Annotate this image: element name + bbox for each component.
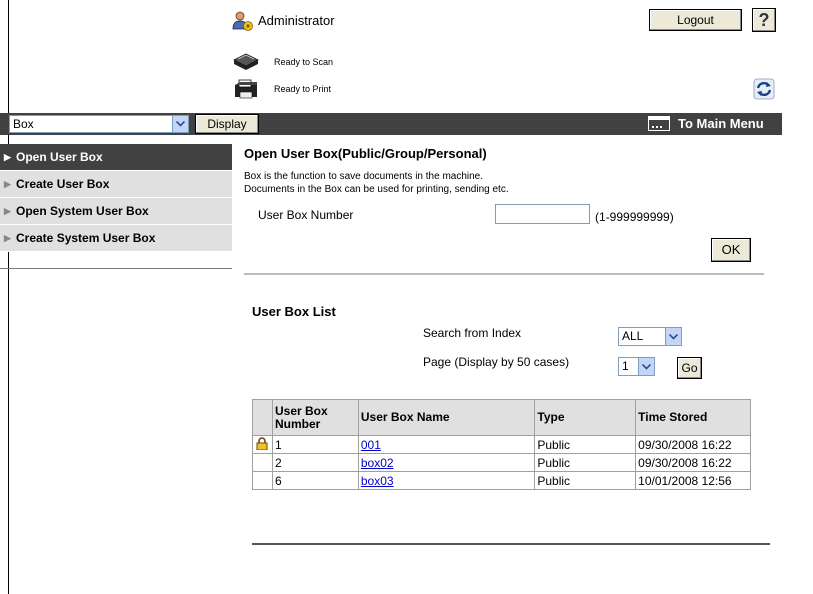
menu-list-icon: [648, 116, 670, 131]
sidebar-item-create-user-box[interactable]: ▶ Create User Box: [0, 171, 232, 198]
page-value: 1: [622, 359, 629, 373]
box-name-cell: box02: [357, 453, 536, 472]
sidebar-item-label: Create User Box: [16, 177, 110, 191]
box-number-label: User Box Number: [258, 208, 354, 222]
triangle-right-icon: ▶: [4, 152, 11, 162]
time-stored-cell: 09/30/2008 16:22: [635, 453, 751, 472]
user-label: Administrator: [258, 13, 335, 28]
chevron-down-icon[interactable]: [638, 358, 654, 375]
number-column-header: User Box Number: [271, 399, 359, 436]
list-title: User Box List: [252, 304, 336, 319]
box-name-link[interactable]: 001: [361, 438, 381, 452]
box-name-cell: 001: [357, 435, 536, 454]
box-type-cell: Public: [534, 453, 637, 472]
table-row: 1 001 Public 09/30/2008 16:22: [252, 435, 751, 454]
page-select[interactable]: 1: [618, 357, 655, 376]
description-line: Documents in the Box can be used for pri…: [244, 184, 509, 195]
box-type-cell: Public: [534, 471, 637, 490]
main-menu-label: To Main Menu: [678, 116, 764, 131]
administrator-icon: [232, 11, 253, 31]
ok-button[interactable]: OK: [711, 238, 751, 262]
bottom-divider: [252, 543, 770, 545]
search-index-value: ALL: [622, 329, 644, 343]
logout-button[interactable]: Logout: [649, 9, 742, 31]
help-button[interactable]: ?: [752, 8, 776, 32]
lock-cell: [252, 471, 273, 490]
table-header-row: User Box Number User Box Name Type Time …: [252, 399, 751, 436]
sidebar-item-label: Open System User Box: [16, 204, 149, 218]
sidebar-item-create-system-user-box[interactable]: ▶ Create System User Box: [0, 225, 232, 252]
search-index-label: Search from Index: [423, 326, 522, 340]
box-number-range: (1-999999999): [595, 210, 674, 224]
section-divider: [244, 273, 764, 275]
triangle-right-icon: ▶: [4, 233, 11, 243]
page-title: Open User Box(Public/Group/Personal): [244, 146, 487, 161]
mode-select[interactable]: Box: [9, 115, 189, 133]
mode-select-value: Box: [13, 117, 34, 131]
description: Box is the function to save documents in…: [244, 170, 509, 196]
go-button[interactable]: Go: [677, 357, 702, 379]
lock-cell: [252, 435, 273, 454]
sidebar-item-open-user-box[interactable]: ▶ Open User Box: [0, 144, 232, 171]
box-number-cell: 1: [271, 435, 359, 454]
print-status-text: Ready to Print: [274, 84, 332, 94]
sidebar-divider: [0, 268, 232, 269]
box-number-cell: 6: [271, 471, 359, 490]
refresh-icon[interactable]: [753, 78, 775, 100]
sidebar-item-label: Open User Box: [16, 150, 103, 164]
time-column-header: Time Stored: [635, 399, 751, 436]
box-number-input[interactable]: [495, 204, 590, 224]
chevron-down-icon[interactable]: [665, 328, 681, 345]
table-row: 6 box03 Public 10/01/2008 12:56: [252, 471, 751, 490]
type-column-header: Type: [534, 399, 637, 436]
chevron-down-icon[interactable]: [172, 116, 188, 132]
box-name-cell: box03: [357, 471, 536, 490]
time-stored-cell: 10/01/2008 12:56: [635, 471, 751, 490]
sidebar-item-label: Create System User Box: [16, 231, 156, 245]
main-menu-link[interactable]: To Main Menu: [648, 116, 764, 131]
name-column-header: User Box Name: [357, 399, 536, 436]
scan-status-text: Ready to Scan: [274, 57, 334, 67]
lock-cell: [252, 453, 273, 472]
box-type-cell: Public: [534, 435, 637, 454]
page-label: Page (Display by 50 cases): [423, 355, 570, 369]
time-stored-cell: 09/30/2008 16:22: [635, 435, 751, 454]
table-row: 2 box02 Public 09/30/2008 16:22: [252, 453, 751, 472]
scanner-icon: [233, 53, 259, 70]
sidebar-item-open-system-user-box[interactable]: ▶ Open System User Box: [0, 198, 232, 225]
triangle-right-icon: ▶: [4, 179, 11, 189]
box-name-link[interactable]: box03: [361, 474, 394, 488]
left-border: [8, 0, 9, 594]
box-name-link[interactable]: box02: [361, 456, 394, 470]
sidebar: ▶ Open User Box ▶ Create User Box ▶ Open…: [0, 144, 232, 252]
lock-icon: [256, 436, 268, 450]
lock-column-header: [252, 399, 273, 436]
user-box-table: User Box Number User Box Name Type Time …: [252, 399, 751, 490]
description-line: Box is the function to save documents in…: [244, 171, 484, 182]
display-button[interactable]: Display: [195, 114, 259, 134]
triangle-right-icon: ▶: [4, 206, 11, 216]
search-index-select[interactable]: ALL: [618, 327, 682, 346]
printer-icon: [235, 79, 257, 99]
box-number-cell: 2: [271, 453, 359, 472]
